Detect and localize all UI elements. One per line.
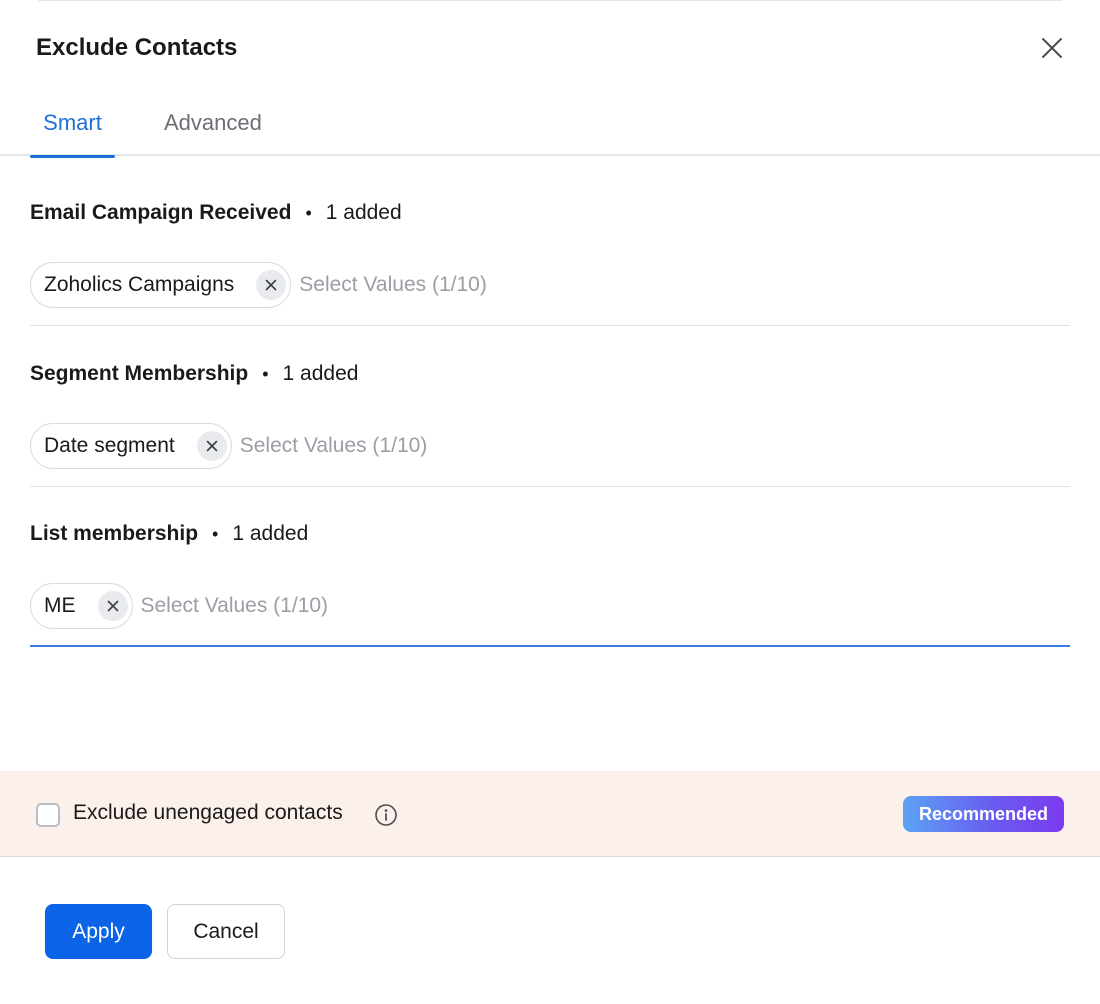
section-list-membership: List membership • 1 added ME: [30, 519, 1070, 647]
section-header: List membership • 1 added: [30, 519, 1070, 549]
exclude-contacts-dialog: Exclude Contacts Smart Advanced Email Ca…: [0, 0, 1100, 1004]
close-icon: [206, 440, 218, 452]
exclude-unengaged-label[interactable]: Exclude unengaged contacts: [73, 801, 343, 825]
section-title: List membership: [30, 522, 199, 545]
chip-label: ME: [44, 594, 76, 617]
select-values-input[interactable]: [239, 423, 640, 469]
select-values-input[interactable]: [140, 583, 541, 629]
chip-remove-button[interactable]: [97, 591, 128, 621]
info-icon[interactable]: [374, 803, 398, 827]
value-chip: ME: [30, 583, 133, 629]
dialog-header: Exclude Contacts: [36, 28, 1070, 68]
tab-smart[interactable]: Smart: [30, 100, 115, 158]
separator-dot: •: [212, 523, 219, 544]
close-button[interactable]: [1034, 30, 1070, 66]
apply-button[interactable]: Apply: [45, 904, 152, 959]
section-title: Segment Membership: [30, 362, 249, 385]
section-header: Email Campaign Received • 1 added: [30, 198, 1070, 228]
section-header: Segment Membership • 1 added: [30, 359, 1070, 389]
separator-dot: •: [262, 363, 269, 384]
separator-dot: •: [305, 202, 312, 223]
close-icon: [265, 279, 277, 291]
section-email-campaign-received: Email Campaign Received • 1 added Zoholi…: [30, 198, 1070, 326]
added-count: 1 added: [282, 362, 359, 385]
value-chip: Zoholics Campaigns: [30, 262, 292, 308]
recommended-badge: Recommended: [902, 796, 1064, 832]
section-segment-membership: Segment Membership • 1 added Date segmen…: [30, 359, 1070, 487]
tab-bar: Smart Advanced: [0, 100, 1100, 158]
values-field[interactable]: Zoholics Campaigns: [30, 262, 1070, 326]
value-chip: Date segment: [30, 423, 232, 469]
unengaged-banner: Exclude unengaged contacts Recommended: [0, 771, 1100, 857]
chip-remove-button[interactable]: [256, 270, 287, 300]
select-values-input[interactable]: [299, 262, 700, 308]
values-field[interactable]: Date segment: [30, 423, 1070, 487]
added-count: 1 added: [325, 201, 402, 224]
close-icon: [107, 600, 118, 612]
chip-label: Date segment: [44, 434, 175, 457]
top-divider: [38, 0, 1062, 1]
section-title: Email Campaign Received: [30, 201, 292, 224]
values-field[interactable]: ME: [30, 583, 1070, 647]
close-icon: [1042, 38, 1062, 58]
tab-advanced[interactable]: Advanced: [164, 100, 262, 156]
chip-remove-button[interactable]: [196, 431, 227, 461]
chip-label: Zoholics Campaigns: [44, 273, 235, 296]
exclude-unengaged-checkbox[interactable]: [36, 803, 60, 827]
cancel-button[interactable]: Cancel: [167, 904, 285, 959]
added-count: 1 added: [232, 522, 309, 545]
dialog-title: Exclude Contacts: [36, 34, 238, 61]
